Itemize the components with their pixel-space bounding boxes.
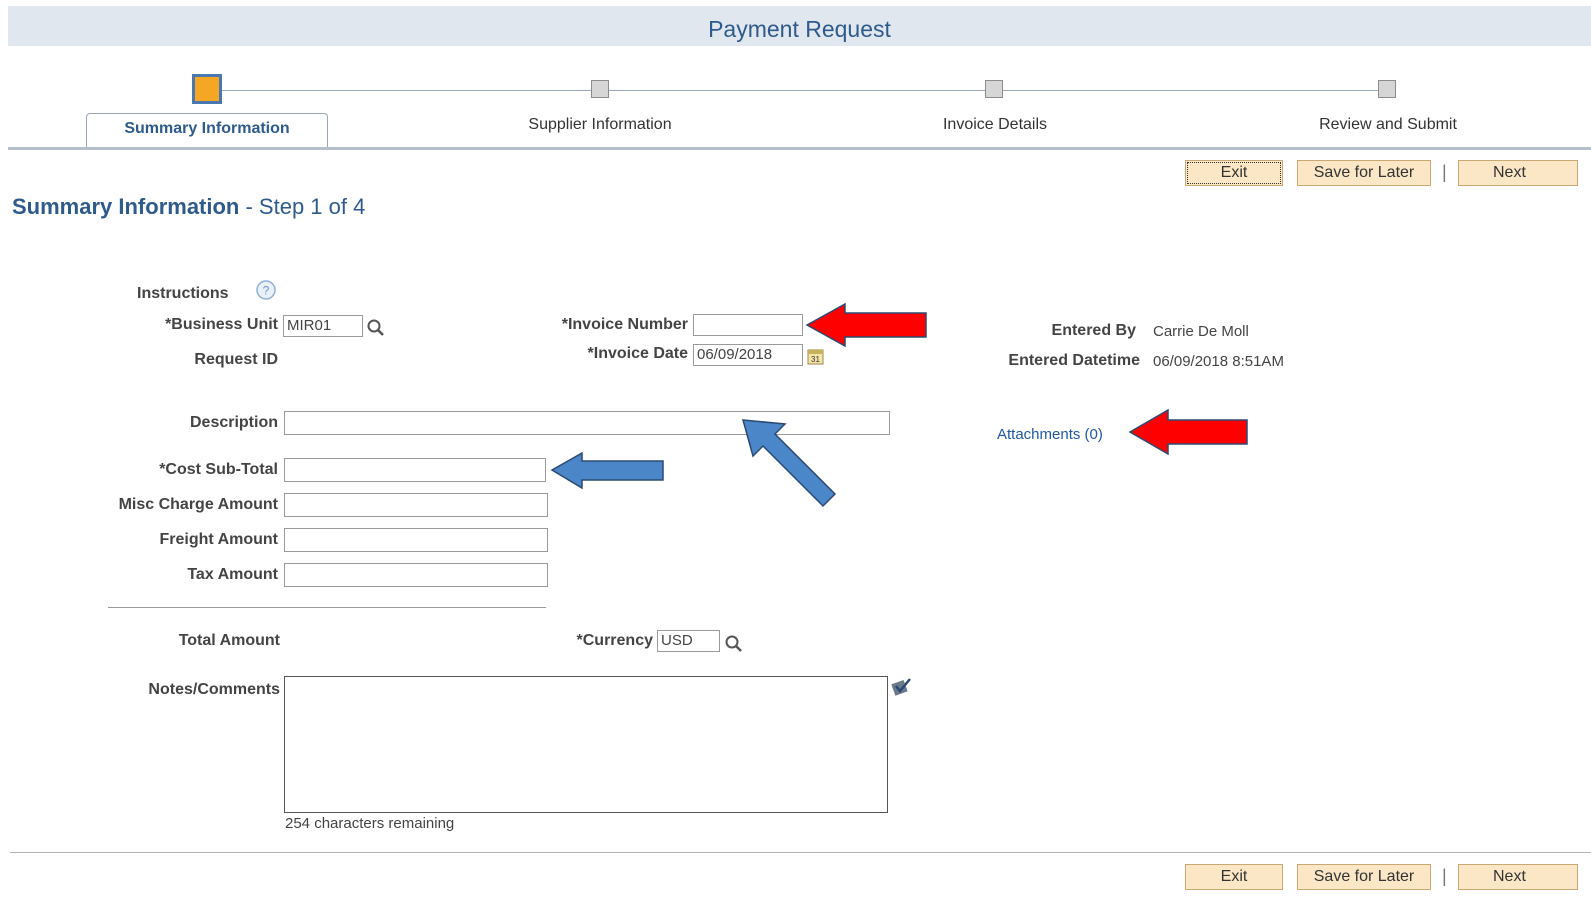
step-4-indicator[interactable] [1378,80,1396,98]
save-for-later-button-top[interactable]: Save for Later [1297,160,1431,186]
description-label: Description [189,414,278,431]
misc-charge-label: Misc Charge Amount [118,496,278,513]
blue-arrow-annotation [550,450,668,497]
invoice-number-input[interactable] [693,314,803,336]
attachments-link[interactable]: Attachments (0) [997,426,1103,443]
entered-by-label: Entered By [1051,322,1136,339]
step-2-indicator[interactable] [591,80,609,98]
entered-by-value: Carrie De Moll [1153,323,1249,340]
tab-invoice-details[interactable]: Invoice Details [875,116,1115,134]
title-bar: Payment Request [8,6,1591,46]
exit-button-top[interactable]: Exit [1185,160,1283,186]
tax-amount-label: Tax Amount [187,566,278,583]
next-button-bottom[interactable]: Next [1458,864,1578,890]
freight-amount-input[interactable] [284,528,548,552]
tab-supplier-information[interactable]: Supplier Information [480,116,720,134]
misc-charge-input[interactable] [284,493,548,517]
help-icon[interactable]: ? [255,279,277,306]
tab-underline [8,147,1591,150]
heading-step: - Step 1 of 4 [239,194,366,219]
save-for-later-button-bottom[interactable]: Save for Later [1297,864,1431,890]
red-arrow-annotation-attachments [1128,406,1253,463]
instructions-label: Instructions [137,285,229,302]
toolbar-separator-bottom: | [1442,866,1447,886]
footer-divider [10,852,1591,853]
cost-subtotal-label: *Cost Sub-Total [159,461,278,478]
invoice-number-label: *Invoice Number [561,316,688,333]
total-amount-label: Total Amount [178,632,280,649]
characters-remaining: 254 characters remaining [285,815,455,832]
freight-amount-label: Freight Amount [159,531,279,548]
invoice-date-input[interactable]: 06/09/2018 [693,344,803,366]
toolbar-separator-top: | [1442,162,1447,182]
step-3-indicator[interactable] [985,80,1003,98]
currency-lookup-icon[interactable] [724,634,744,659]
tab-summary-information[interactable]: Summary Information [86,113,328,149]
notes-comments-textarea[interactable] [284,676,888,813]
svg-text:?: ? [263,284,270,298]
blue-arrow-annotation-description [735,412,845,517]
currency-input[interactable]: USD [657,630,720,652]
business-unit-lookup-icon[interactable] [366,318,386,343]
entered-datetime-label: Entered Datetime [1008,352,1140,369]
svg-text:31: 31 [811,355,820,364]
tab-review-and-submit[interactable]: Review and Submit [1268,116,1508,134]
entered-datetime-value: 06/09/2018 8:51AM [1153,353,1284,370]
business-unit-label: *Business Unit [165,316,278,333]
heading-title: Summary Information [12,194,240,219]
currency-label: *Currency [576,632,653,649]
tax-amount-input[interactable] [284,563,548,587]
business-unit-input[interactable]: MIR01 [283,315,363,337]
step-1-indicator[interactable] [192,74,222,104]
next-button-top-label: Next [1493,164,1526,181]
total-divider [108,607,546,608]
invoice-date-label: *Invoice Date [587,345,688,362]
exit-button-bottom[interactable]: Exit [1185,864,1283,890]
next-button-bottom-label: Next [1493,868,1526,885]
request-id-label: Request ID [194,351,278,368]
next-button-top[interactable]: Next [1458,160,1578,186]
spellcheck-icon[interactable] [890,676,914,703]
page-heading: Summary Information - Step 1 of 4 [12,194,365,220]
step-progress-line [222,90,1390,91]
notes-comments-label: Notes/Comments [148,681,280,698]
cost-subtotal-input[interactable] [284,458,546,482]
page-title: Payment Request [708,16,891,42]
